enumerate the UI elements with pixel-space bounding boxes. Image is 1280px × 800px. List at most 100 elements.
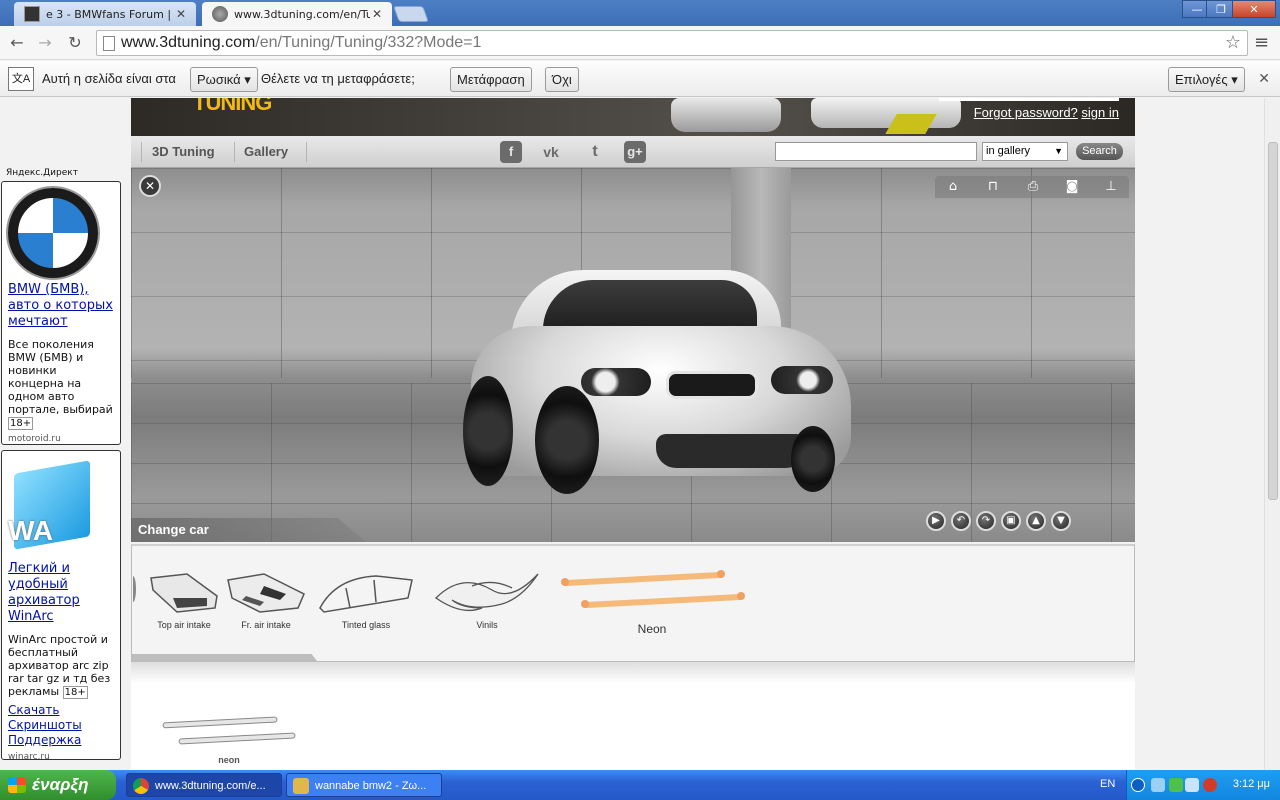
close-tab-icon[interactable]: ✕: [174, 7, 188, 21]
tab-label: www.3dtuning.com/en/Tunin: [234, 7, 370, 21]
tuning-3d-viewer[interactable]: ✕ ⌂ ⊓ ⎙ ◙ ⊥ ▶ ↶ ↷ ▣ ▲ ▼ Change car: [131, 168, 1135, 542]
ad-bmw[interactable]: BMW (БМВ), авто о которых мечтают Все по…: [1, 181, 121, 445]
monitor-icon[interactable]: [1185, 778, 1199, 792]
search-scope-value: in gallery: [986, 145, 1031, 157]
home-icon[interactable]: ⌂: [943, 178, 963, 196]
camera-icon[interactable]: ◙: [1062, 178, 1082, 196]
sign-in-link[interactable]: sign in: [1081, 105, 1119, 120]
close-tab-icon[interactable]: ✕: [370, 7, 384, 21]
translate-button[interactable]: Μετάφραση: [450, 67, 532, 92]
translate-icon: 文A: [8, 67, 34, 91]
reload-icon[interactable]: ↻: [64, 32, 86, 54]
language-select-value: Ρωσικά: [197, 72, 241, 87]
clock[interactable]: 3:12 μμ: [1233, 778, 1270, 790]
subpart-neon[interactable]: neon: [159, 714, 299, 765]
car-headlight: [581, 368, 651, 396]
part-vinils[interactable]: Vinils: [432, 568, 542, 630]
dropdown-arrow-icon: ▼: [1054, 146, 1063, 156]
google-plus-icon[interactable]: g+: [624, 141, 646, 163]
site-search-input[interactable]: [775, 142, 977, 161]
close-translate-bar-icon[interactable]: ✕: [1258, 70, 1270, 87]
tuning-wrench-icon[interactable]: ✕: [139, 175, 161, 197]
site-logo[interactable]: TUNING: [193, 98, 272, 116]
translate-bar: 文A Αυτή η σελίδα είναι στα Ρωσικά ▾ Θέλε…: [0, 61, 1280, 97]
twitter-icon[interactable]: t: [584, 141, 606, 163]
ad-winarc[interactable]: WA Легкий и удобный архиватор WinArc Win…: [1, 450, 121, 762]
paint-roller-icon[interactable]: ⊓: [983, 178, 1003, 196]
car-wheel: [463, 376, 513, 486]
sitemap-icon[interactable]: ⊥: [1101, 178, 1121, 196]
chrome-menu-icon[interactable]: ≡: [1254, 32, 1272, 53]
bmw-logo-icon[interactable]: [8, 188, 98, 278]
part-top-air-intake[interactable]: Top air intake: [144, 568, 224, 630]
ad-title[interactable]: Легкий и удобный архиватор WinArc: [8, 561, 114, 625]
forgot-password-link[interactable]: Forgot password?: [974, 105, 1078, 120]
print-icon[interactable]: ⎙: [1023, 178, 1043, 196]
tray-expand-icon[interactable]: [1131, 778, 1145, 792]
taskbar-item-chrome[interactable]: www.3dtuning.com/e...: [126, 773, 282, 797]
part-tinted-glass[interactable]: Tinted glass: [316, 568, 416, 630]
change-car-button[interactable]: Change car: [131, 518, 366, 542]
network-icon[interactable]: [1151, 778, 1165, 792]
language-select[interactable]: Ρωσικά ▾: [190, 67, 258, 92]
vk-icon[interactable]: vk: [540, 141, 562, 163]
search-scope-select[interactable]: in gallery ▼: [982, 142, 1068, 161]
paint-icon: [293, 778, 309, 794]
neon-tubes-icon: [162, 716, 296, 745]
antivirus-shield-icon[interactable]: [1203, 778, 1217, 792]
search-button[interactable]: Search: [1076, 143, 1123, 160]
scrollbar-thumb[interactable]: [1268, 142, 1278, 500]
task-label: www.3dtuning.com/e...: [155, 780, 266, 792]
tab-bmwfans[interactable]: e 3 - BMWfans Forum | | | | | ✕: [14, 2, 196, 26]
close-window-button[interactable]: ✕: [1232, 0, 1276, 18]
start-button[interactable]: έναρξη: [0, 770, 116, 800]
nav-separator: [141, 142, 142, 162]
windows-flag-icon: [8, 777, 26, 793]
language-indicator[interactable]: EN: [1100, 778, 1115, 790]
address-bar[interactable]: www.3dtuning.com/en/Tuning/Tuning/332?Mo…: [96, 30, 1248, 56]
usb-icon[interactable]: [1169, 778, 1183, 792]
ad-title[interactable]: BMW (БМВ), авто о которых мечтают: [8, 282, 114, 330]
tab-label: e 3 - BMWfans Forum | | | | |: [46, 7, 174, 21]
facebook-icon[interactable]: f: [500, 141, 522, 163]
rotate-left-icon[interactable]: ↶: [951, 511, 971, 531]
url-host: www.3dtuning.com: [121, 34, 256, 51]
upload-icon[interactable]: ▲: [1026, 511, 1046, 531]
part-label: Top air intake: [157, 620, 211, 630]
site-nav: 3D Tuning Gallery f vk t g+ in gallery ▼ …: [131, 136, 1135, 168]
logo-letters: WA: [8, 515, 54, 546]
ad-domain[interactable]: motoroid.ru: [8, 434, 114, 444]
winarc-logo-icon[interactable]: WA: [8, 457, 96, 557]
rotate-right-icon[interactable]: ↷: [976, 511, 996, 531]
part-neon[interactable]: Neon: [557, 564, 747, 636]
new-tab-button[interactable]: [393, 6, 429, 22]
bookmark-star-icon[interactable]: ☆: [1225, 32, 1241, 53]
forward-arrow-icon[interactable]: →: [34, 32, 56, 54]
download-icon[interactable]: ▼: [1051, 511, 1071, 531]
nav-gallery[interactable]: Gallery: [244, 144, 288, 159]
lock-icon[interactable]: ▣: [1001, 511, 1021, 531]
ad-domain[interactable]: winarc.ru: [8, 752, 114, 762]
part-label: Fr. air intake: [241, 620, 291, 630]
nav-3d-tuning[interactable]: 3D Tuning: [152, 144, 215, 159]
task-label: wannabe bmw2 - Ζω...: [315, 780, 427, 792]
car-model[interactable]: [461, 266, 851, 498]
translate-options-button[interactable]: Επιλογές ▾: [1168, 67, 1245, 92]
yandex-direct-label: Яндекс.Директ: [6, 168, 78, 178]
taskbar-item-paint[interactable]: wannabe bmw2 - Ζω...: [286, 773, 442, 797]
page-scrollbar[interactable]: [1264, 98, 1280, 770]
play-icon[interactable]: ▶: [926, 511, 946, 531]
dropdown-arrow-icon: ▾: [1231, 72, 1238, 87]
ad-link-screenshots[interactable]: Скриншоты: [8, 718, 114, 733]
dropdown-arrow-icon: ▾: [244, 72, 251, 87]
tab-3dtuning[interactable]: www.3dtuning.com/en/Tunin ✕: [202, 2, 392, 26]
ad-link-download[interactable]: Скачать: [8, 703, 114, 718]
no-translate-button[interactable]: Όχι: [545, 67, 579, 92]
car-wheel: [791, 426, 835, 492]
ad-body: WinArc простой и бесплатный архиватор ar…: [8, 633, 114, 699]
url-text: www.3dtuning.com/en/Tuning/Tuning/332?Mo…: [121, 34, 481, 52]
back-arrow-icon[interactable]: ←: [6, 32, 28, 54]
carousel-left-arrow-icon[interactable]: [130, 576, 136, 602]
ad-link-support[interactable]: Поддержка: [8, 733, 114, 748]
part-front-air-intake[interactable]: Fr. air intake: [224, 568, 308, 630]
